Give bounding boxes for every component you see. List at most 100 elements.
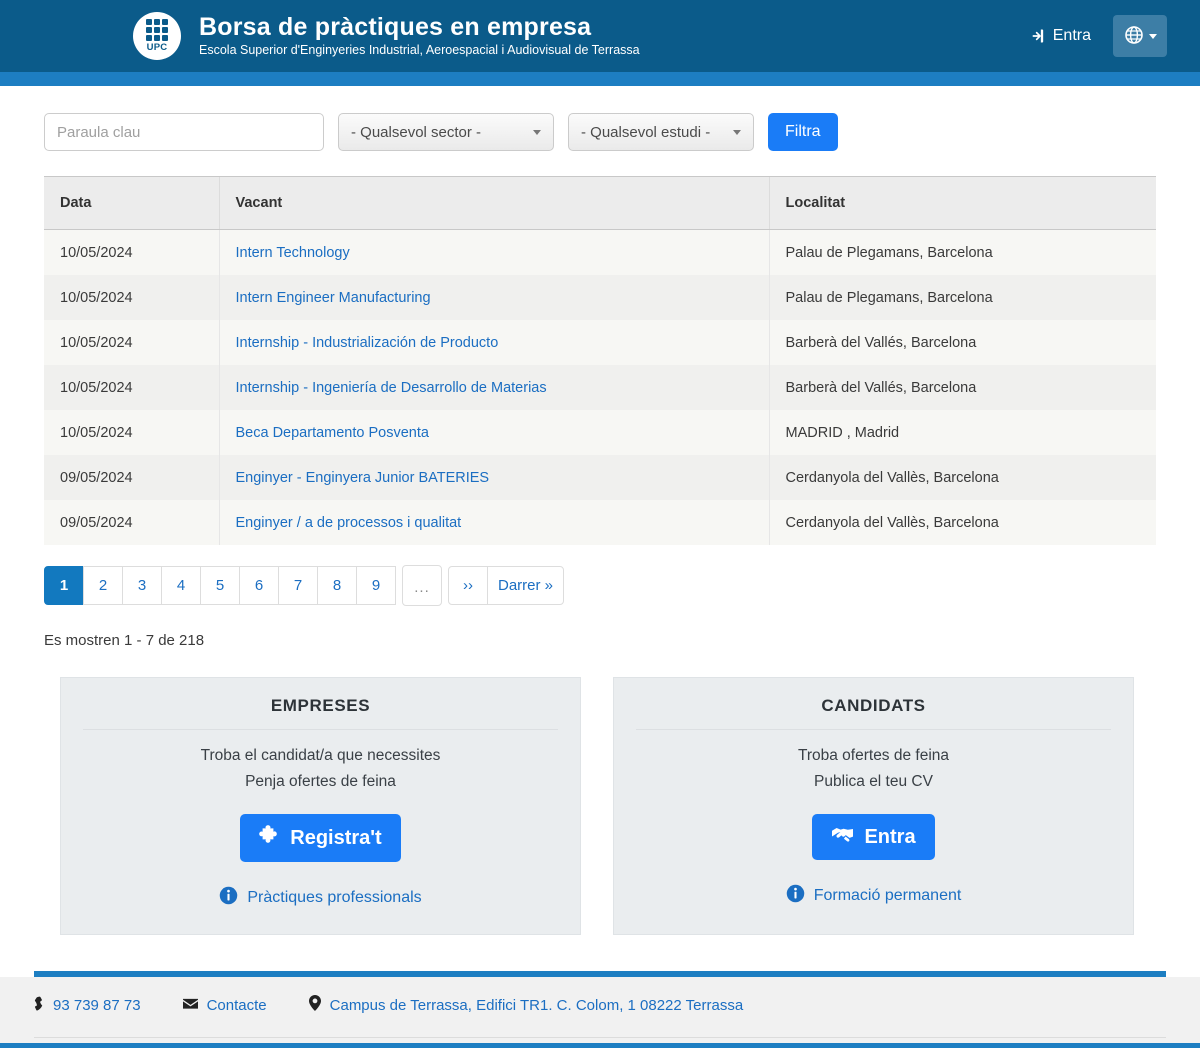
footer-address-label: Campus de Terrassa, Edifici TR1. C. Colo… bbox=[329, 996, 744, 1014]
pagination-page-9[interactable]: 9 bbox=[356, 566, 396, 605]
panel-info-label: Pràctiques professionals bbox=[247, 889, 422, 907]
panel-info-link[interactable]: Formació permanent bbox=[636, 884, 1111, 908]
sign-in-icon bbox=[1026, 27, 1044, 45]
filter-bar: - Qualsevol sector - - Qualsevol estudi … bbox=[0, 86, 1200, 151]
footer-divider bbox=[34, 1037, 1166, 1039]
pagination-page-8[interactable]: 8 bbox=[317, 566, 357, 605]
panel-cta-button[interactable]: Entra bbox=[812, 814, 935, 861]
table-body: 10/05/2024 Intern Technology Palau de Pleg… bbox=[44, 229, 1156, 545]
footer-contact-label: Contacte bbox=[206, 996, 267, 1014]
vacancy-link[interactable]: Beca Departamento Posventa bbox=[236, 425, 429, 441]
header-accent-bar bbox=[0, 72, 1200, 86]
study-select[interactable]: - Qualsevol estudi - bbox=[568, 113, 754, 151]
info-circle-icon bbox=[219, 886, 238, 910]
table-row: 09/05/2024 Enginyer / a de processos i qu… bbox=[44, 500, 1156, 545]
brand: UPC Borsa de pràctiques en empresa Escol… bbox=[133, 12, 640, 60]
pagination-page-4[interactable]: 4 bbox=[161, 566, 201, 605]
vacancy-link[interactable]: Enginyer - Enginyera Junior BATERIES bbox=[236, 470, 490, 486]
cell-data: 10/05/2024 bbox=[44, 365, 219, 410]
panel-cta-button[interactable]: Registra't bbox=[240, 814, 401, 863]
vacancies-table-wrapper: Data Vacant Localitat 10/05/2024 Intern T… bbox=[44, 176, 1156, 545]
cell-data: 10/05/2024 bbox=[44, 275, 219, 320]
pagination-ellipsis[interactable]: ... bbox=[402, 565, 442, 606]
upc-logo-label: UPC bbox=[146, 42, 168, 54]
panel-line-1: Troba el candidat/a que necessites bbox=[200, 747, 441, 764]
table-row: 10/05/2024 Beca Departamento Posventa MADR… bbox=[44, 410, 1156, 455]
cell-vacant: Internship - Industrialización de Produc… bbox=[218, 320, 769, 365]
site-footer: 93 739 87 73 Contacte Campus de Terrassa… bbox=[0, 977, 1200, 1044]
pagination-page-5[interactable]: 5 bbox=[200, 566, 240, 605]
cell-data: 09/05/2024 bbox=[44, 500, 219, 545]
panel-title: EMPRESES bbox=[83, 696, 558, 730]
column-header-data: Data bbox=[44, 176, 219, 230]
chevron-down-icon bbox=[733, 130, 741, 135]
pagination-next-button[interactable]: ›› bbox=[448, 566, 488, 605]
cell-vacant: Internship - Ingeniería de Desarrollo de… bbox=[218, 365, 769, 410]
table-row: 10/05/2024 Intern Engineer Manufacturing P… bbox=[44, 275, 1156, 320]
vacancy-link[interactable]: Internship - Industrialización de Produc… bbox=[236, 335, 499, 351]
footer-accent-bottom bbox=[0, 1043, 1200, 1048]
envelope-icon bbox=[182, 997, 198, 1014]
pagination: 1 2 3 4 5 6 7 8 9... ›› Darrer » bbox=[44, 565, 1200, 606]
search-input[interactable] bbox=[44, 113, 324, 151]
cell-data: 10/05/2024 bbox=[44, 320, 219, 365]
pagination-page-1[interactable]: 1 bbox=[44, 566, 84, 605]
panel-cta-label: Entra bbox=[864, 825, 916, 848]
map-pin-icon bbox=[308, 995, 321, 1015]
cell-localitat: Barberà del Vallés, Barcelona bbox=[768, 365, 1156, 410]
vacancy-link[interactable]: Internship - Ingeniería de Desarrollo de… bbox=[236, 380, 547, 396]
pagination-page-7[interactable]: 7 bbox=[278, 566, 318, 605]
footer-contact-link[interactable]: Contacte bbox=[182, 996, 267, 1014]
vacancy-link[interactable]: Intern Technology bbox=[236, 245, 350, 261]
globe-icon bbox=[1124, 25, 1144, 48]
cell-localitat: Palau de Plegamans, Barcelona bbox=[768, 229, 1156, 275]
main-content: - Qualsevol sector - - Qualsevol estudi … bbox=[0, 86, 1200, 936]
column-header-localitat: Localitat bbox=[768, 176, 1156, 230]
phone-icon bbox=[30, 996, 44, 1015]
sector-select-value: - Qualsevol sector - bbox=[351, 123, 482, 141]
vacancy-link[interactable]: Enginyer / a de processos i qualitat bbox=[236, 515, 462, 531]
cell-data: 09/05/2024 bbox=[44, 455, 219, 500]
puzzle-piece-icon bbox=[259, 824, 281, 852]
table-header: Data Vacant Localitat bbox=[44, 176, 1156, 230]
chevron-down-icon bbox=[533, 130, 541, 135]
cell-data: 10/05/2024 bbox=[44, 410, 219, 455]
upc-logo-icon: UPC bbox=[133, 12, 181, 60]
cell-vacant: Enginyer / a de processos i qualitat bbox=[218, 500, 769, 545]
panel-info-link[interactable]: Pràctiques professionals bbox=[83, 886, 558, 910]
language-selector-button[interactable] bbox=[1113, 15, 1167, 57]
sector-select[interactable]: - Qualsevol sector - bbox=[338, 113, 554, 151]
panel-info-label: Formació permanent bbox=[813, 887, 962, 905]
header-login-link[interactable]: Entra bbox=[1026, 27, 1091, 45]
cell-localitat: Cerdanyola del Vallès, Barcelona bbox=[768, 500, 1156, 545]
cell-localitat: Cerdanyola del Vallès, Barcelona bbox=[768, 455, 1156, 500]
panel-cta-label: Registra't bbox=[290, 826, 382, 849]
cell-localitat: Barberà del Vallés, Barcelona bbox=[768, 320, 1156, 365]
info-circle-icon bbox=[786, 884, 805, 908]
footer-phone-link[interactable]: 93 739 87 73 bbox=[30, 996, 141, 1015]
header-inner: UPC Borsa de pràctiques en empresa Escol… bbox=[0, 0, 1200, 72]
cell-vacant: Enginyer - Enginyera Junior BATERIES bbox=[218, 455, 769, 500]
vacancy-link[interactable]: Intern Engineer Manufacturing bbox=[236, 290, 431, 306]
cell-data: 10/05/2024 bbox=[44, 229, 219, 275]
panel-title: CANDIDATS bbox=[636, 696, 1111, 730]
site-header: UPC Borsa de pràctiques en empresa Escol… bbox=[0, 0, 1200, 72]
results-summary: Es mostren 1 - 7 de 218 bbox=[44, 632, 205, 649]
page-subtitle: Escola Superior d'Enginyeries Industrial… bbox=[199, 43, 640, 57]
cell-vacant: Intern Engineer Manufacturing bbox=[218, 275, 769, 320]
table-row: 10/05/2024 Internship - Ingeniería de Des… bbox=[44, 365, 1156, 410]
pagination-last-button[interactable]: Darrer » bbox=[487, 566, 565, 605]
footer-row: 93 739 87 73 Contacte Campus de Terrassa… bbox=[0, 995, 1200, 1015]
table-row: 09/05/2024 Enginyer - Enginyera Junior BA… bbox=[44, 455, 1156, 500]
chevron-down-icon bbox=[1148, 33, 1157, 39]
header-login-label: Entra bbox=[1052, 27, 1091, 44]
cta-panel-empreses: EMPRESES Troba el candidat/a que necessit… bbox=[60, 677, 581, 936]
pagination-page-2[interactable]: 2 bbox=[83, 566, 123, 605]
pagination-page-6[interactable]: 6 bbox=[239, 566, 279, 605]
vacancies-table: Data Vacant Localitat 10/05/2024 Intern T… bbox=[44, 176, 1156, 545]
pagination-page-3[interactable]: 3 bbox=[122, 566, 162, 605]
filter-button[interactable]: Filtra bbox=[768, 113, 838, 151]
column-header-vacant: Vacant bbox=[218, 176, 769, 230]
cell-vacant: Intern Technology bbox=[218, 229, 769, 275]
footer-address-link[interactable]: Campus de Terrassa, Edifici TR1. C. Colo… bbox=[308, 995, 744, 1015]
